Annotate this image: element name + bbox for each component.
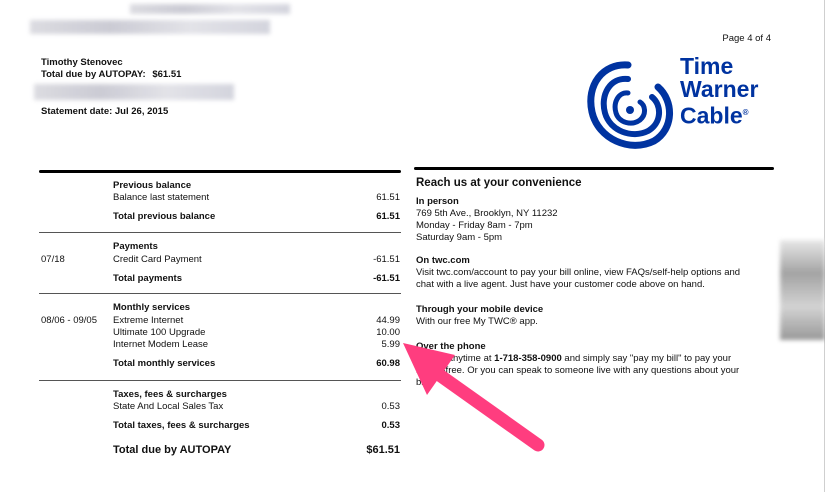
statement-page: Timothy Stenovec Total due by AUTOPAY: $… — [0, 0, 825, 492]
annotation-arrow-icon — [403, 343, 545, 452]
